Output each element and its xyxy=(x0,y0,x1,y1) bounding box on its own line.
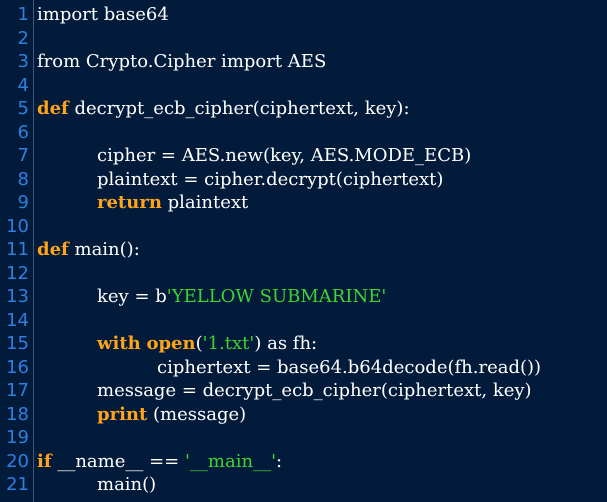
gutter-divider xyxy=(33,0,34,502)
line-number: 8 xyxy=(17,168,29,190)
keyword-token: def xyxy=(37,98,69,119)
keyword-token: open xyxy=(146,333,196,354)
code-token: cipher = AES.new(key, AES.MODE_ECB) xyxy=(97,145,472,166)
line-number: 18 xyxy=(6,403,29,425)
code-token: ( xyxy=(195,333,203,354)
line-source: plaintext = cipher.decrypt(ciphertext) xyxy=(97,168,443,192)
line-source: key = b'YELLOW SUBMARINE' xyxy=(97,285,386,309)
line-source: from Crypto.Cipher import AES xyxy=(37,50,326,74)
code-token: plaintext xyxy=(161,192,249,213)
line-number: 12 xyxy=(6,262,29,284)
line-source: main() xyxy=(97,473,156,497)
code-token: __name__ == xyxy=(51,450,185,472)
line-number: 5 xyxy=(17,98,29,119)
code-token: import base64 xyxy=(37,4,169,25)
code-token: decrypt_ecb_cipher(ciphertext, key): xyxy=(68,98,410,119)
code-token: from Crypto.Cipher import AES xyxy=(37,51,327,72)
code-token: key = b xyxy=(97,286,167,307)
string-token: '1.txt' xyxy=(202,333,255,354)
code-token: main() xyxy=(97,474,157,495)
line-source: cipher = AES.new(key, AES.MODE_ECB) xyxy=(97,144,471,168)
code-token: ciphertext = base64.b64decode(fh.read()) xyxy=(157,356,542,378)
keyword-token: with xyxy=(97,333,141,354)
line-number: 10 xyxy=(6,215,29,237)
keyword-token: print xyxy=(97,403,148,425)
line-number: 16 xyxy=(6,356,29,378)
line-number: 14 xyxy=(6,309,29,331)
line-number: 1 xyxy=(17,4,29,25)
code-token: ) as fh: xyxy=(254,333,318,354)
line-source: if __name__ == '__main__': xyxy=(37,450,282,474)
line-number: 6 xyxy=(17,121,29,143)
line-number: 11 xyxy=(6,239,29,260)
line-source: print (message) xyxy=(97,403,246,427)
line-number: 3 xyxy=(17,51,29,72)
line-number: 4 xyxy=(17,74,29,96)
string-token: 'YELLOW SUBMARINE' xyxy=(166,286,387,307)
string-token: '__main__' xyxy=(184,450,277,472)
keyword-token: return xyxy=(97,192,162,213)
line-number: 17 xyxy=(6,380,29,401)
line-source: message = decrypt_ecb_cipher(ciphertext,… xyxy=(97,379,532,403)
line-number: 2 xyxy=(17,27,29,49)
code-token: plaintext = cipher.decrypt(ciphertext) xyxy=(97,168,444,190)
code-editor[interactable]: 1 import base64 2 3 from Crypto.Cipher impor… xyxy=(0,0,607,502)
line-source: def main(): xyxy=(37,238,140,262)
line-source: import base64 xyxy=(37,3,169,27)
line-number: 13 xyxy=(6,286,29,307)
line-source: return plaintext xyxy=(97,191,248,215)
line-number: 21 xyxy=(6,474,29,495)
keyword-token: if xyxy=(37,450,52,472)
keyword-token: def xyxy=(37,239,69,260)
code-token: (message) xyxy=(147,403,247,425)
line-source: ciphertext = base64.b64decode(fh.read()) xyxy=(157,356,541,380)
code-token: message = decrypt_ecb_cipher(ciphertext,… xyxy=(97,380,532,401)
line-number: 9 xyxy=(17,192,29,213)
code-token: : xyxy=(276,450,283,472)
code-token: main(): xyxy=(68,239,140,260)
line-source: def decrypt_ecb_cipher(ciphertext, key): xyxy=(37,97,410,121)
line-number: 7 xyxy=(17,145,29,166)
line-number: 15 xyxy=(6,333,29,354)
line-number: 19 xyxy=(6,427,29,448)
line-source: with open('1.txt') as fh: xyxy=(97,332,317,356)
line-number: 20 xyxy=(6,450,29,472)
